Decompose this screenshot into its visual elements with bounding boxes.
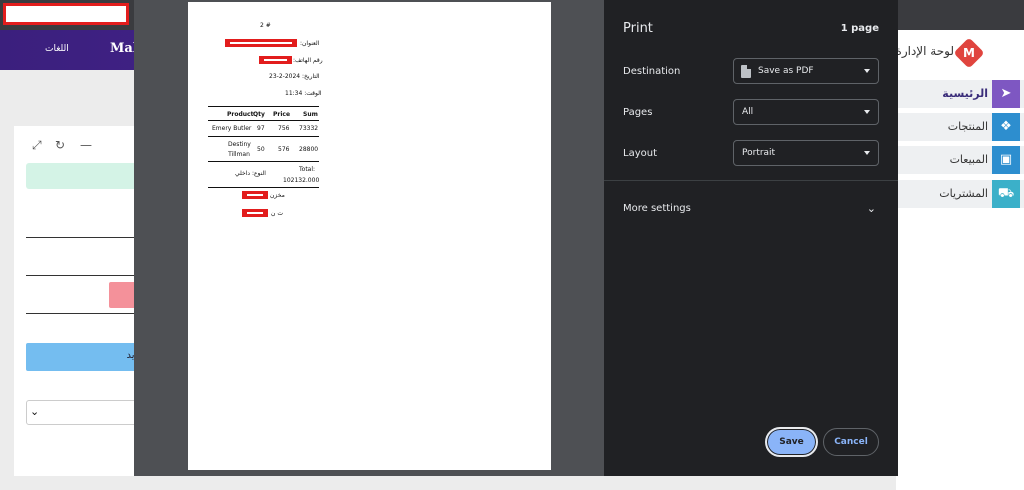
pages-value: All bbox=[742, 107, 754, 117]
row2-product: Destiny Tillman bbox=[228, 141, 251, 158]
refresh-icon[interactable]: ↻ bbox=[55, 138, 65, 152]
sidebar-item-purchases[interactable]: المشتريات ⛟ bbox=[896, 180, 1024, 208]
destination-value: Save as PDF bbox=[758, 66, 814, 76]
alert-box bbox=[26, 163, 146, 189]
sidebar-item-home[interactable]: الرئيسية ➤ bbox=[896, 80, 1024, 108]
new-button[interactable]: جديد bbox=[26, 343, 146, 371]
row1-product: Emery Butler bbox=[212, 125, 252, 132]
sidebar-item-sales[interactable]: المبيعات ▣ bbox=[896, 146, 1024, 174]
logo-icon: M bbox=[953, 37, 985, 69]
sidebar-item-label: المبيعات bbox=[949, 153, 988, 166]
print-preview-area: # 2 العنوان: رقم الهاتف: التاريخ: 2024-2… bbox=[134, 0, 604, 476]
dropbox-icon: ❖ bbox=[992, 113, 1020, 141]
file-icon bbox=[741, 65, 751, 78]
total-value: 102132.000 bbox=[283, 177, 320, 184]
select-dropdown[interactable]: ⌄ bbox=[26, 400, 146, 425]
print-title: Print bbox=[623, 21, 653, 36]
nav-link-languages[interactable]: اللغات bbox=[45, 44, 69, 54]
cart-plus-icon: ⛟ bbox=[992, 180, 1020, 208]
layout-value: Portrait bbox=[742, 148, 776, 158]
header-product: Product bbox=[227, 111, 254, 118]
sidebar-item-products[interactable]: المنتجات ❖ bbox=[896, 113, 1024, 141]
sidebar: M لوحة الإدارة الرئيسية ➤ المنتجات ❖ الم… bbox=[896, 30, 1024, 490]
row1-price: 756 bbox=[278, 125, 290, 132]
layout-label: Layout bbox=[623, 148, 657, 159]
dropdown-caret-icon bbox=[864, 151, 870, 155]
destination-select[interactable]: Save as PDF bbox=[733, 58, 879, 84]
redacted-footer-1 bbox=[242, 191, 268, 199]
chevron-down-icon: ⌄ bbox=[30, 405, 40, 418]
dropdown-caret-icon bbox=[864, 69, 870, 73]
dropdown-caret-icon bbox=[864, 110, 870, 114]
expand-icon[interactable]: ⤢ bbox=[32, 138, 42, 153]
content-panel: ⤢ ↻ — جديد ⌄ bbox=[14, 126, 149, 476]
row-rule bbox=[208, 136, 319, 137]
print-dialog: # 2 العنوان: رقم الهاتف: التاريخ: 2024-2… bbox=[134, 0, 898, 476]
divider bbox=[26, 313, 146, 314]
address-label: العنوان: bbox=[300, 40, 320, 47]
phone-label: رقم الهاتف: bbox=[293, 57, 323, 64]
receipt-number: # 2 bbox=[260, 22, 271, 29]
divider bbox=[26, 275, 146, 276]
chevron-down-icon[interactable]: ⌄ bbox=[867, 202, 876, 215]
total-rule bbox=[208, 187, 319, 188]
page-count: 1 page bbox=[840, 23, 879, 34]
layout-select[interactable]: Portrait bbox=[733, 140, 879, 166]
pages-label: Pages bbox=[623, 107, 653, 118]
more-settings-toggle[interactable]: More settings bbox=[623, 203, 691, 214]
sidebar-item-label: المنتجات bbox=[947, 120, 988, 133]
header-price: Price bbox=[273, 111, 291, 118]
print-settings-panel: Print 1 page Destination Save as PDF Pag… bbox=[604, 0, 898, 476]
cash-icon: ▣ bbox=[992, 146, 1020, 174]
header-sum: Sum bbox=[303, 111, 318, 118]
redacted-footer-2 bbox=[242, 209, 268, 217]
redacted-tab-title bbox=[3, 3, 129, 25]
row1-sum: 73332 bbox=[299, 125, 319, 132]
destination-label: Destination bbox=[623, 66, 681, 77]
settings-divider bbox=[604, 180, 898, 181]
pages-select[interactable]: All bbox=[733, 99, 879, 125]
cancel-button[interactable]: Cancel bbox=[823, 428, 879, 456]
header-rule bbox=[208, 120, 319, 121]
date-line: التاريخ: 2024-2-23 bbox=[269, 73, 320, 80]
redacted-phone bbox=[259, 56, 292, 64]
brand: M لوحة الإدارة bbox=[895, 37, 1024, 69]
footer-label-2: ت ن bbox=[271, 210, 283, 217]
sidebar-item-label: الرئيسية bbox=[942, 87, 988, 100]
sidebar-item-label: المشتريات bbox=[939, 187, 988, 200]
footer-label-1: مخزن bbox=[270, 192, 285, 199]
receipt-page: # 2 العنوان: رقم الهاتف: التاريخ: 2024-2… bbox=[188, 2, 551, 470]
cursor-icon: ➤ bbox=[992, 80, 1020, 108]
header-qty: Qty bbox=[253, 111, 265, 118]
row1-qty: 97 bbox=[257, 125, 265, 132]
table-top-rule bbox=[208, 106, 319, 107]
total-label: Total: bbox=[299, 166, 316, 173]
minimize-icon[interactable]: — bbox=[80, 138, 92, 152]
redacted-address bbox=[225, 39, 297, 47]
brand-title: لوحة الإدارة bbox=[895, 44, 954, 58]
divider bbox=[26, 237, 146, 238]
time-line: الوقت: 11:34 bbox=[285, 90, 322, 97]
row2-qty: 50 bbox=[257, 146, 265, 153]
save-button[interactable]: Save bbox=[765, 427, 818, 457]
row2-sum: 28800 bbox=[299, 146, 319, 153]
row-rule bbox=[208, 161, 319, 162]
type-line: النوع: داخلي bbox=[235, 170, 266, 177]
row2-price: 576 bbox=[278, 146, 290, 153]
